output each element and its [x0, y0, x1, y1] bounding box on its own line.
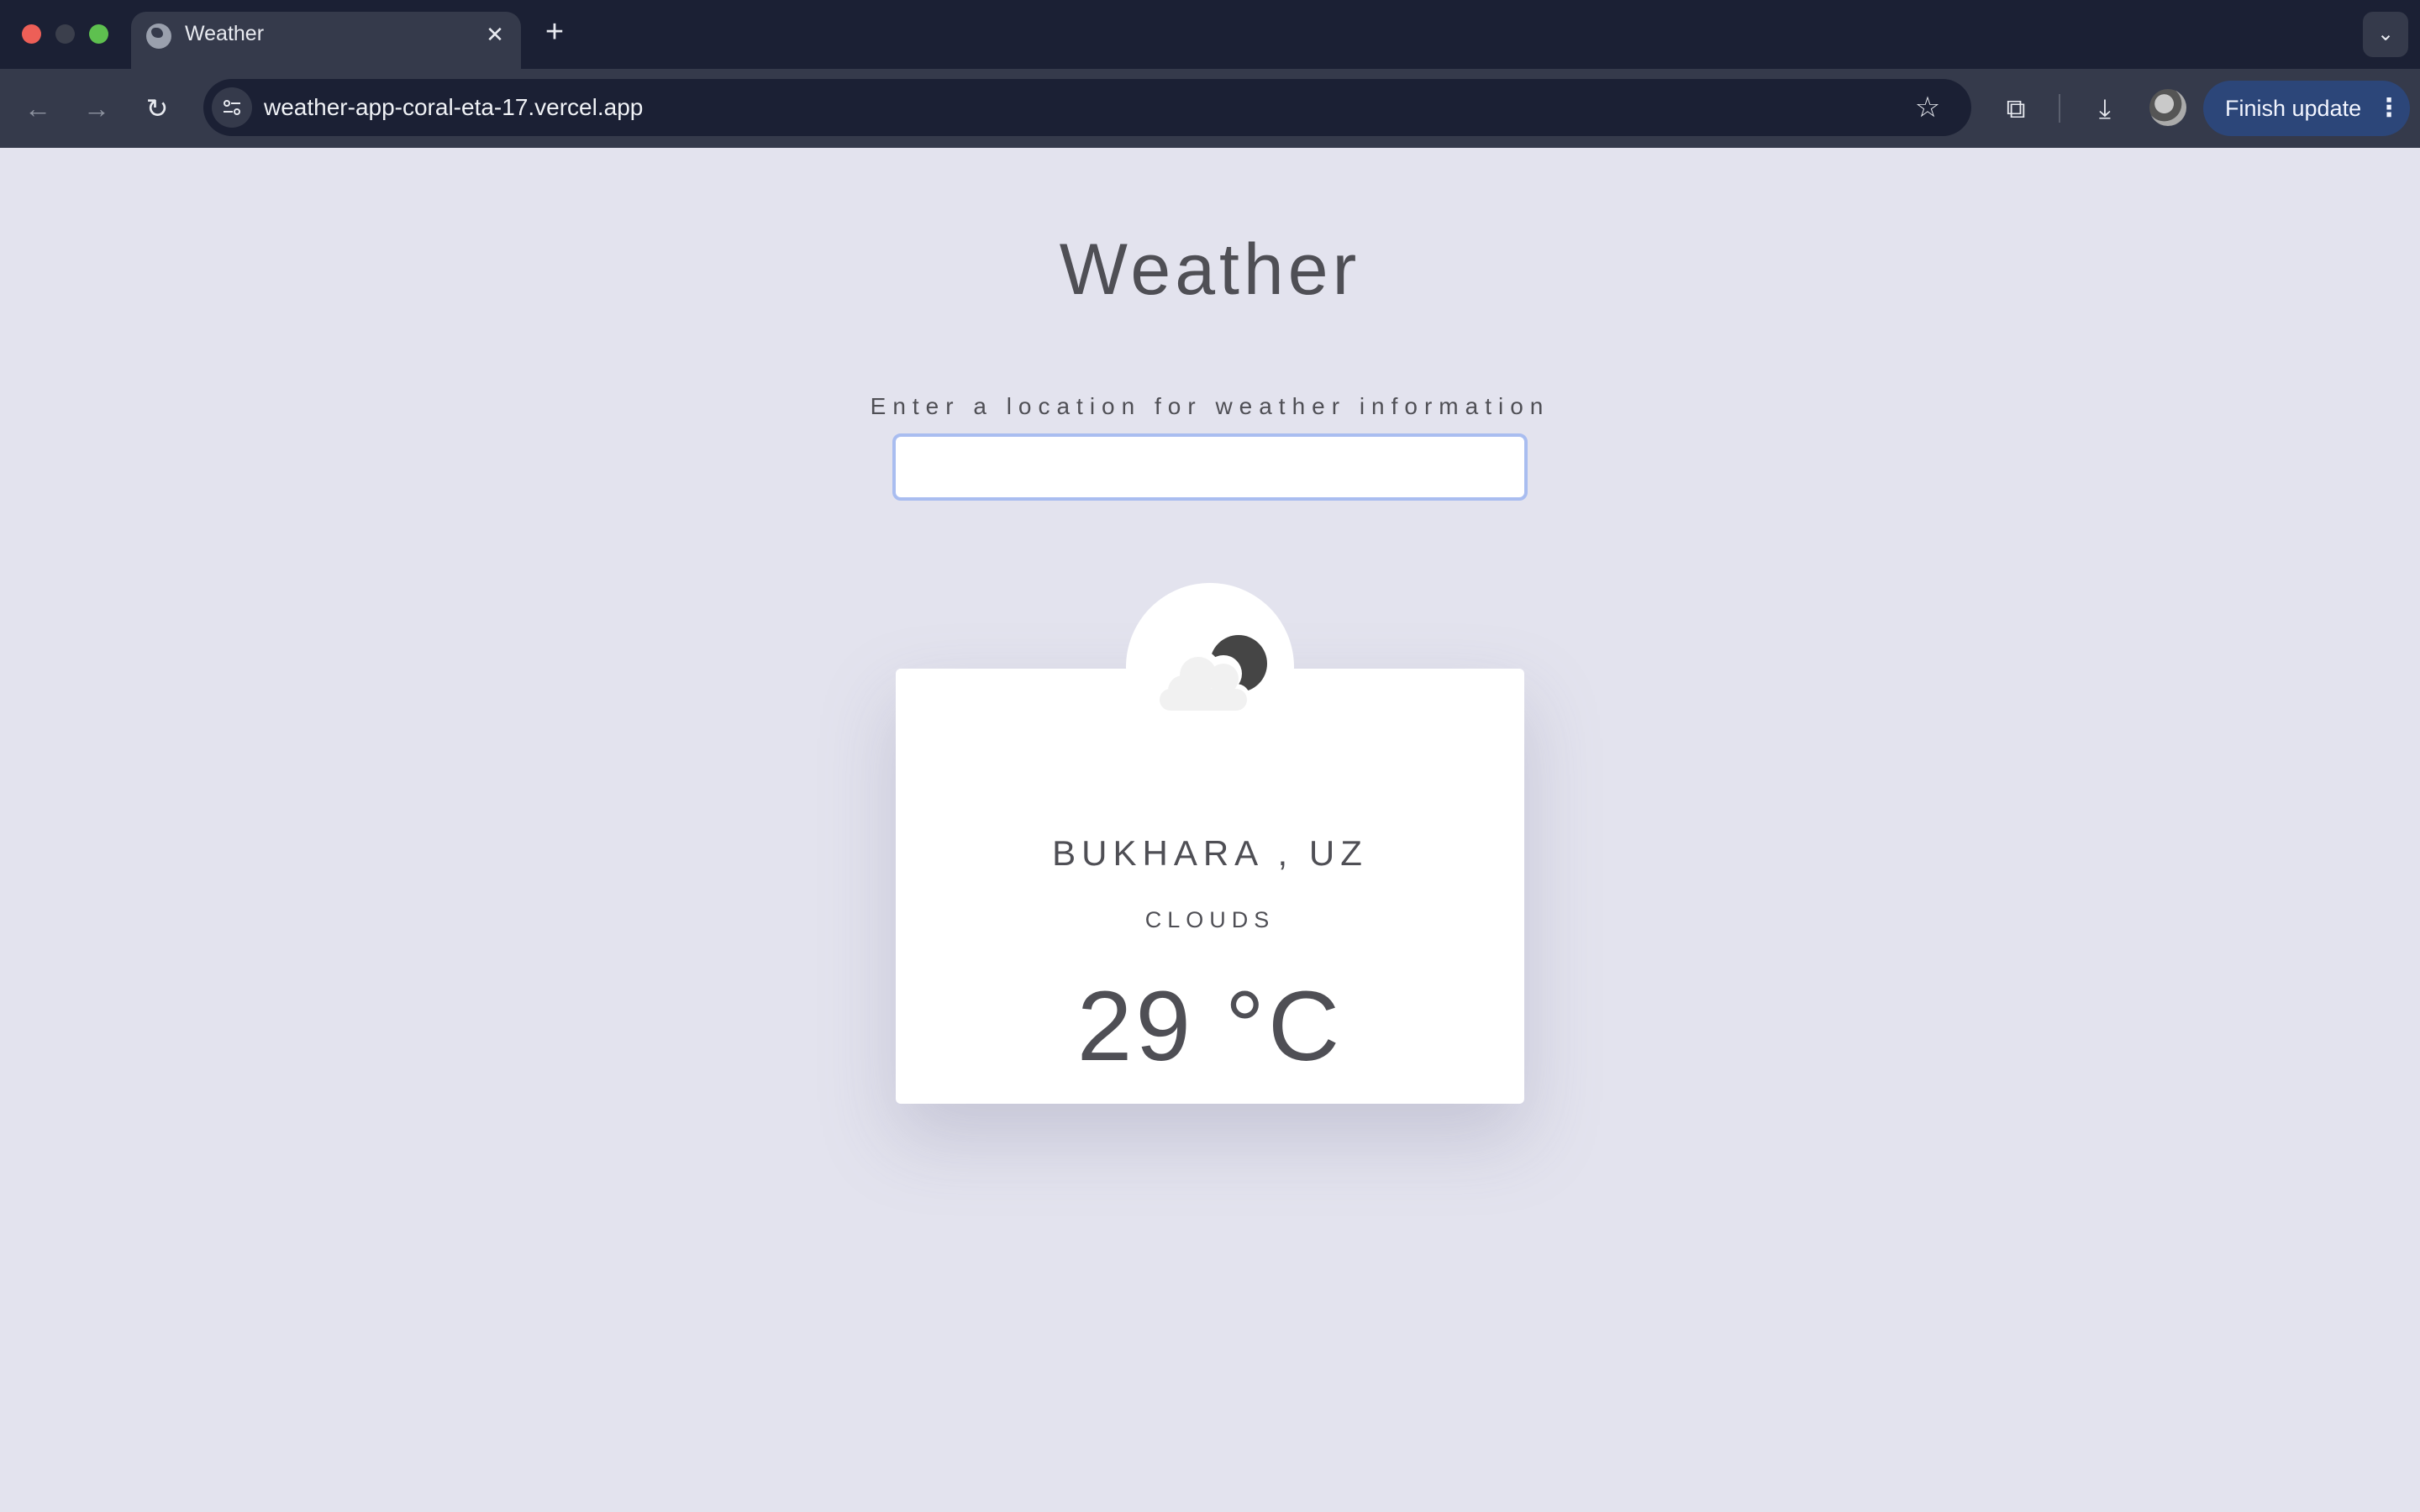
page-title: Weather — [1059, 229, 1361, 310]
browser-toolbar: ← → ↻ weather-app-coral-eta-17.vercel.ap… — [0, 69, 2420, 148]
reload-icon[interactable]: ↻ — [138, 89, 176, 128]
tab-search-chevron-icon[interactable]: ⌄ — [2363, 12, 2408, 57]
finish-update-label: Finish update — [2225, 96, 2362, 121]
browser-tab-weather[interactable]: Weather ✕ — [131, 12, 521, 69]
window-close-button[interactable] — [22, 24, 41, 44]
tab-title: Weather — [185, 22, 265, 45]
location-search-input[interactable] — [892, 433, 1528, 501]
url-text: weather-app-coral-eta-17.vercel.app — [264, 94, 644, 120]
bookmark-star-icon[interactable]: ☆ — [1909, 89, 1946, 126]
cloud-moon-icon — [1156, 635, 1267, 712]
back-arrow-icon[interactable]: ← — [18, 89, 57, 128]
globe-icon — [146, 24, 171, 49]
kebab-menu-icon[interactable]: ⋮ — [2376, 91, 2402, 126]
weather-condition: CLOUDS — [1144, 907, 1276, 932]
weather-temperature: 29 °C — [1076, 971, 1344, 1082]
forward-arrow-icon[interactable]: → — [77, 89, 116, 128]
finish-update-button[interactable]: Finish update ⋮ — [2203, 81, 2410, 136]
browser-tab-strip: Weather ✕ + ⌄ — [0, 0, 2420, 69]
window-minimize-button[interactable] — [55, 24, 75, 44]
profile-avatar[interactable] — [2149, 89, 2186, 126]
extensions-puzzle-icon[interactable]: ⧉ — [1995, 87, 2037, 129]
toolbar-divider — [2059, 94, 2060, 123]
window-maximize-button[interactable] — [89, 24, 108, 44]
tab-close-icon[interactable]: ✕ — [481, 20, 509, 49]
weather-city: BUKHARA , UZ — [1052, 833, 1368, 873]
address-bar[interactable]: weather-app-coral-eta-17.vercel.app ☆ — [203, 79, 1971, 136]
search-label: Enter a location for weather information — [870, 393, 1550, 419]
download-icon[interactable]: ⤓ — [2084, 87, 2126, 129]
new-tab-button[interactable]: + — [538, 15, 571, 49]
site-info-icon[interactable] — [212, 87, 252, 128]
